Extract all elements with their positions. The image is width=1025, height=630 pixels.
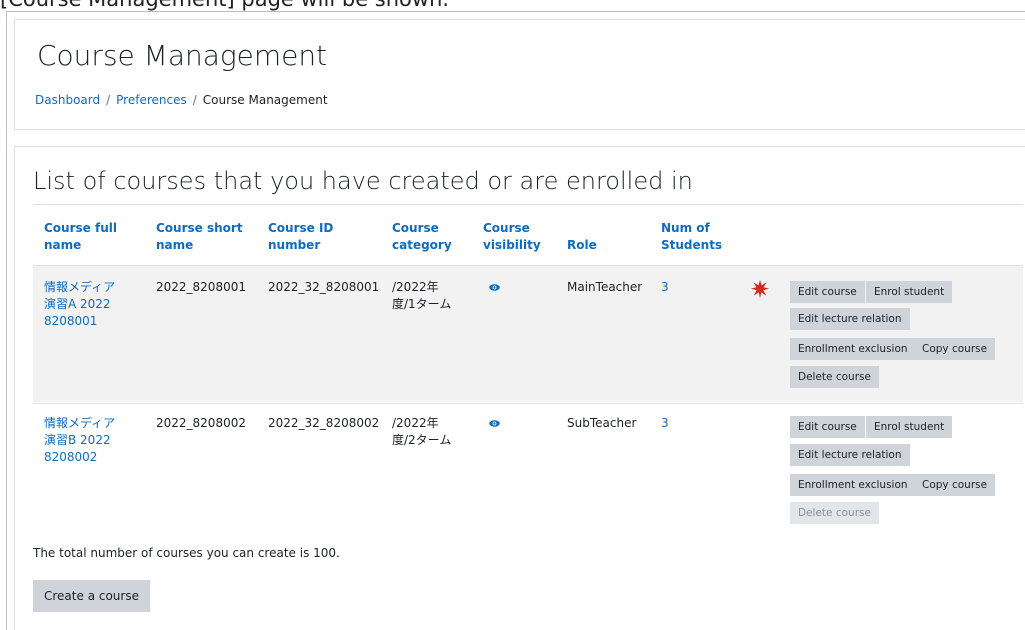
enrollment-exclusion-button[interactable]: Enrollment exclusion bbox=[790, 338, 916, 360]
copy-course-button[interactable]: Copy course bbox=[914, 338, 996, 360]
frame-border-left bbox=[6, 11, 7, 630]
section-title: List of courses that you have created or… bbox=[33, 167, 693, 195]
column-header-role[interactable]: Role bbox=[567, 237, 597, 254]
column-header-full-name[interactable]: Course full name bbox=[44, 220, 117, 254]
course-name-line: 演習A 2022 bbox=[44, 297, 111, 311]
breadcrumb: Dashboard / Preferences / Course Management bbox=[35, 93, 328, 107]
column-header-line: Course short bbox=[156, 221, 243, 235]
course-full-name-link[interactable]: 情報メディア 演習A 2022 8208001 bbox=[44, 279, 115, 330]
column-header-line: Role bbox=[567, 238, 597, 252]
column-header-short-name[interactable]: Course short name bbox=[156, 220, 243, 254]
breadcrumb-current: Course Management bbox=[202, 93, 328, 107]
category-line: 度/1ターム bbox=[392, 297, 452, 311]
column-header-students[interactable]: Num of Students bbox=[661, 220, 722, 254]
column-header-line: Course ID bbox=[268, 221, 334, 235]
course-name-line: 情報メディア bbox=[44, 280, 116, 294]
frame-border-top bbox=[6, 11, 1025, 12]
course-name-line: 演習B 2022 bbox=[44, 433, 111, 447]
enrol-student-button[interactable]: Enrol student bbox=[866, 281, 953, 303]
category-line: 度/2ターム bbox=[392, 433, 452, 447]
page-title: Course Management bbox=[37, 39, 328, 72]
students-count-link[interactable]: 3 bbox=[661, 415, 669, 432]
column-header-line: name bbox=[156, 238, 194, 252]
column-header-line: category bbox=[392, 238, 452, 252]
column-header-visibility[interactable]: Course visibility bbox=[483, 220, 541, 254]
table-row: 情報メディア 演習A 2022 8208001 2022_8208001 202… bbox=[33, 265, 1023, 402]
edit-lecture-relation-button[interactable]: Edit lecture relation bbox=[790, 308, 910, 330]
course-role: SubTeacher bbox=[567, 416, 637, 430]
delete-course-button[interactable]: Delete course bbox=[790, 366, 879, 388]
course-name-line: 8208002 bbox=[44, 450, 98, 464]
category-line: /2022年 bbox=[392, 280, 439, 294]
enrollment-exclusion-button[interactable]: Enrollment exclusion bbox=[790, 474, 916, 496]
column-header-category[interactable]: Course category bbox=[392, 220, 452, 254]
breadcrumb-separator: / bbox=[106, 93, 111, 107]
edit-lecture-relation-button[interactable]: Edit lecture relation bbox=[790, 444, 910, 466]
students-count-link[interactable]: 3 bbox=[661, 279, 669, 296]
eye-icon[interactable] bbox=[489, 284, 500, 291]
eye-icon[interactable] bbox=[489, 420, 500, 427]
page-header: Course Management Dashboard / Preferences /… bbox=[14, 19, 1025, 130]
breadcrumb-separator: / bbox=[192, 93, 197, 107]
course-name-line: 8208001 bbox=[44, 314, 98, 328]
course-id-number: 2022_32_8208001 bbox=[268, 280, 380, 294]
course-category: /2022年 度/1ターム bbox=[392, 279, 451, 313]
course-limit-note: The total number of courses you can crea… bbox=[33, 546, 340, 560]
page-caption: [Course Management] page will be shown. bbox=[0, 0, 449, 11]
table-top-rule bbox=[33, 204, 1023, 205]
create-course-button[interactable]: Create a course bbox=[33, 580, 150, 612]
course-id-number: 2022_32_8208002 bbox=[268, 416, 380, 430]
breadcrumb-preferences[interactable]: Preferences bbox=[116, 93, 187, 107]
column-header-line: Course full bbox=[44, 221, 117, 235]
column-header-line: Course bbox=[392, 221, 439, 235]
course-short-name: 2022_8208001 bbox=[156, 280, 246, 294]
course-role: MainTeacher bbox=[567, 280, 643, 294]
enrol-student-button[interactable]: Enrol student bbox=[866, 416, 953, 438]
course-category: /2022年 度/2ターム bbox=[392, 415, 451, 449]
column-header-line: name bbox=[44, 238, 82, 252]
breadcrumb-dashboard[interactable]: Dashboard bbox=[35, 93, 100, 107]
edit-course-button[interactable]: Edit course bbox=[790, 416, 865, 438]
column-header-id-number[interactable]: Course ID number bbox=[268, 220, 333, 254]
column-header-line: number bbox=[268, 238, 321, 252]
column-header-line: visibility bbox=[483, 238, 541, 252]
copy-course-button[interactable]: Copy course bbox=[914, 474, 996, 496]
course-full-name-link[interactable]: 情報メディア 演習B 2022 8208002 bbox=[44, 415, 115, 466]
table-row: 情報メディア 演習B 2022 8208002 2022_8208002 202… bbox=[33, 403, 1023, 533]
course-short-name: 2022_8208002 bbox=[156, 416, 246, 430]
course-name-line: 情報メディア bbox=[44, 416, 116, 430]
column-header-line: Students bbox=[661, 238, 723, 252]
red-star-icon bbox=[751, 280, 769, 298]
delete-course-button-disabled: Delete course bbox=[790, 502, 879, 524]
course-list-card: List of courses that you have created or… bbox=[14, 146, 1025, 630]
category-line: /2022年 bbox=[392, 416, 439, 430]
edit-course-button[interactable]: Edit course bbox=[790, 281, 865, 303]
column-header-line: Course bbox=[483, 221, 530, 235]
column-header-line: Num of bbox=[661, 221, 710, 235]
